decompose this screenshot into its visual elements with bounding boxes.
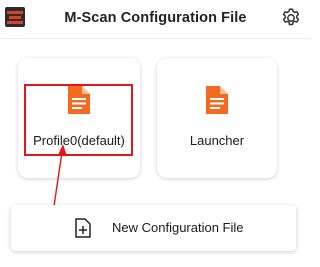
- document-icon: [206, 86, 228, 114]
- config-card-profile0[interactable]: Profile0(default): [18, 58, 140, 178]
- page-title: M-Scan Configuration File: [64, 10, 247, 26]
- gear-icon[interactable]: [280, 7, 302, 29]
- new-configuration-file-label: New Configuration File: [112, 220, 244, 235]
- add-document-icon: [75, 218, 91, 238]
- top-bar: M-Scan Configuration File: [0, 0, 311, 39]
- config-card-label: Launcher: [189, 133, 245, 148]
- config-card-label: Profile0(default): [33, 133, 125, 148]
- new-configuration-file-button[interactable]: New Configuration File: [11, 205, 296, 251]
- document-icon: [68, 86, 90, 114]
- app-screen: M-Scan Configuration File Profile0(defau…: [0, 0, 311, 267]
- config-card-launcher[interactable]: Launcher: [157, 58, 277, 178]
